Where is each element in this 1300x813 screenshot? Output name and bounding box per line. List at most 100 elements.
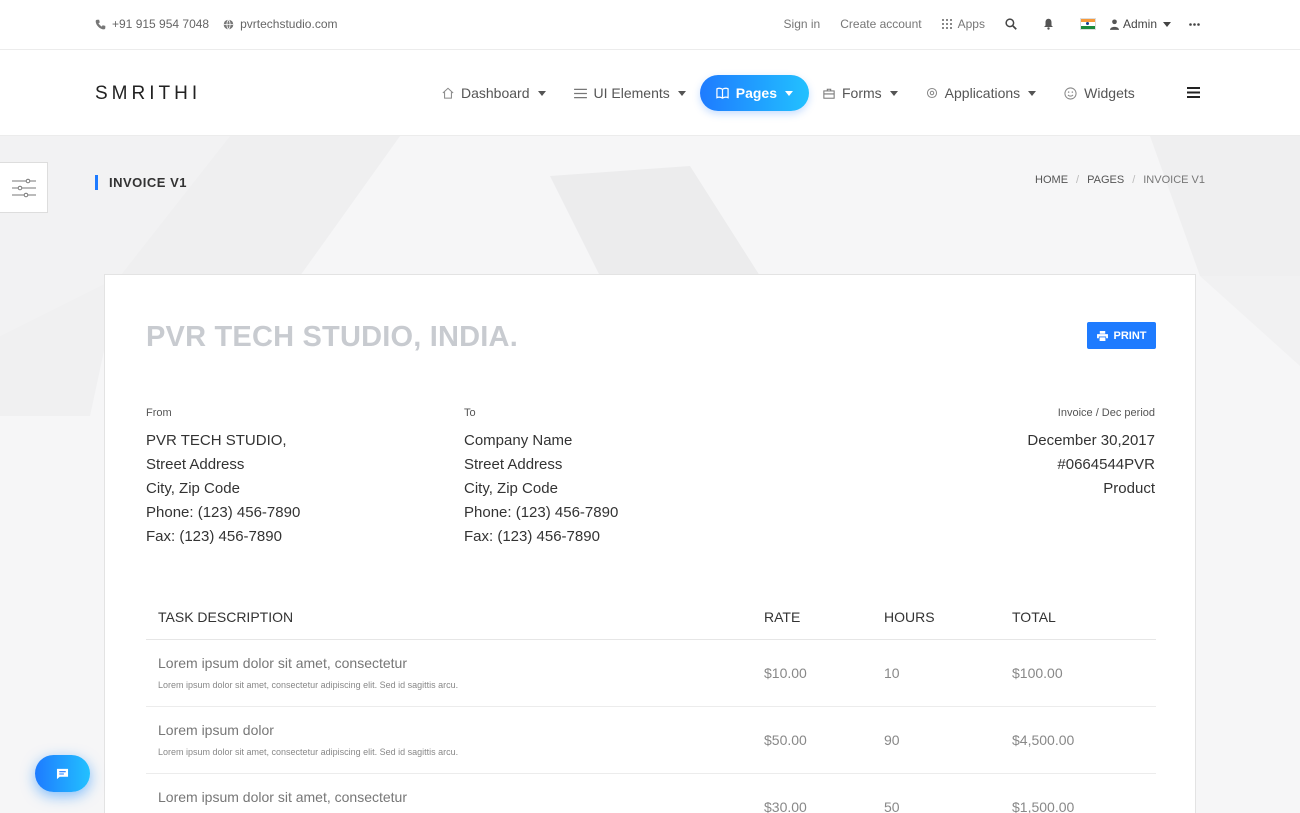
globe-icon	[223, 18, 234, 30]
from-label: From	[146, 407, 172, 419]
to-line: Company Name	[464, 432, 573, 449]
table-row: Lorem ipsum dolor sit amet, consectetur …	[146, 774, 1156, 813]
grid-icon	[941, 19, 952, 29]
nav-ui-elements-label: UI Elements	[593, 85, 670, 101]
table-header: TASK DESCRIPTION RATE HOURS TOTAL	[146, 595, 1156, 640]
sign-in-link[interactable]: Sign in	[784, 17, 821, 31]
nav-dashboard-label: Dashboard	[461, 85, 530, 101]
from-line: Phone: (123) 456-7890	[146, 504, 301, 521]
nav-pages-label: Pages	[735, 85, 777, 101]
chevron-down-icon	[677, 90, 686, 96]
to-line: Phone: (123) 456-7890	[464, 504, 619, 521]
search-icon	[1005, 18, 1017, 30]
top-bar: +91 915 954 7048 pvrtechstudio.com Sign …	[0, 0, 1300, 50]
row-rate: $10.00	[764, 665, 807, 681]
apps-label: Apps	[957, 17, 985, 31]
print-label: PRINT	[1113, 329, 1147, 342]
from-line: PVR TECH STUDIO,	[146, 432, 287, 449]
invoice-table: TASK DESCRIPTION RATE HOURS TOTAL Lorem …	[146, 595, 1156, 813]
contact-phone[interactable]: +91 915 954 7048	[95, 17, 209, 31]
row-hours: 90	[884, 732, 900, 748]
nav-forms[interactable]: Forms	[809, 75, 912, 111]
invoice-number: #0664544PVR	[1057, 456, 1155, 473]
invoice-meta: Invoice / Dec period December 30,2017 #0…	[1027, 406, 1155, 501]
phone-number: +91 915 954 7048	[112, 17, 210, 31]
table-row: Lorem ipsum dolor Lorem ipsum dolor sit …	[146, 707, 1156, 774]
home-icon	[442, 87, 454, 99]
company-name: PVR TECH STUDIO, INDIA.	[146, 321, 518, 353]
from-address: From PVR TECH STUDIO, Street Address Cit…	[146, 406, 300, 549]
row-total: $1,500.00	[1012, 799, 1075, 813]
chat-icon	[56, 768, 69, 779]
to-line: City, Zip Code	[464, 480, 558, 497]
row-rate: $50.00	[764, 732, 807, 748]
main-menu: Dashboard UI Elements Pages Forms Applic…	[428, 75, 1149, 111]
breadcrumb: HOME / PAGES / INVOICE V1	[1035, 174, 1205, 186]
invoice-card: PVR TECH STUDIO, INDIA. PRINT From PVR T…	[104, 274, 1196, 813]
settings-panel-toggle[interactable]	[0, 162, 48, 213]
phone-icon	[95, 19, 106, 29]
book-icon	[716, 87, 729, 99]
india-flag-icon	[1079, 18, 1096, 30]
chevron-down-icon	[785, 90, 793, 96]
nav-widgets-label: Widgets	[1084, 85, 1135, 101]
apps-menu[interactable]: Apps	[941, 17, 985, 31]
contact-website[interactable]: pvrtechstudio.com	[223, 17, 338, 31]
print-button[interactable]: PRINT	[1087, 322, 1156, 349]
nav-pages[interactable]: Pages	[699, 75, 809, 111]
nav-dashboard[interactable]: Dashboard	[428, 75, 560, 111]
admin-label: Admin	[1122, 17, 1157, 31]
more-dots-icon	[1189, 22, 1200, 26]
user-icon	[1109, 18, 1119, 30]
to-line: Fax: (123) 456-7890	[464, 528, 600, 545]
row-subtext: Lorem ipsum dolor sit amet, consectetur …	[158, 680, 459, 690]
language-selector[interactable]	[1079, 18, 1096, 30]
main-navbar: SMRITHI Dashboard UI Elements Pages Form…	[0, 50, 1300, 136]
chat-button[interactable]	[35, 755, 90, 792]
more-options-button[interactable]	[1189, 22, 1200, 26]
smile-icon	[1064, 86, 1077, 100]
row-total: $100.00	[1012, 665, 1063, 681]
row-description: Lorem ipsum dolor	[158, 722, 274, 738]
row-hours: 50	[884, 799, 900, 813]
to-address: To Company Name Street Address City, Zip…	[464, 406, 618, 549]
briefcase-icon	[823, 88, 835, 99]
nav-forms-label: Forms	[842, 85, 882, 101]
chevron-down-icon	[889, 90, 898, 96]
nav-applications[interactable]: Applications	[912, 75, 1051, 111]
nav-widgets[interactable]: Widgets	[1050, 75, 1149, 111]
col-header-total: TOTAL	[1012, 609, 1056, 625]
nav-applications-label: Applications	[944, 85, 1021, 101]
row-total: $4,500.00	[1012, 732, 1075, 748]
breadcrumb-separator: /	[1132, 174, 1136, 186]
from-line: Street Address	[146, 456, 245, 473]
from-line: Fax: (123) 456-7890	[146, 528, 282, 545]
search-button[interactable]	[1005, 18, 1017, 30]
to-label: To	[464, 407, 476, 419]
admin-menu[interactable]: Admin	[1109, 17, 1171, 31]
to-line: Street Address	[464, 456, 563, 473]
col-header-rate: RATE	[764, 609, 801, 625]
row-subtext: Lorem ipsum dolor sit amet, consectetur …	[158, 747, 459, 757]
gear-icon	[926, 87, 937, 99]
table-row: Lorem ipsum dolor sit amet, consectetur …	[146, 640, 1156, 707]
invoice-date: December 30,2017	[1027, 432, 1155, 449]
from-line: City, Zip Code	[146, 480, 240, 497]
row-description: Lorem ipsum dolor sit amet, consectetur	[158, 789, 407, 805]
invoice-type: Product	[1103, 480, 1155, 497]
brand-logo[interactable]: SMRITHI	[95, 83, 201, 105]
create-account-link[interactable]: Create account	[840, 17, 921, 31]
nav-ui-elements[interactable]: UI Elements	[560, 75, 700, 111]
col-header-hours: HOURS	[884, 609, 935, 625]
sliders-icon	[11, 178, 36, 197]
notifications-button[interactable]	[1043, 18, 1054, 30]
chevron-down-icon	[1163, 21, 1171, 27]
list-icon	[573, 88, 587, 98]
col-header-description: TASK DESCRIPTION	[158, 609, 294, 625]
website-link: pvrtechstudio.com	[240, 17, 338, 31]
hamburger-menu-icon[interactable]	[1187, 87, 1200, 98]
breadcrumb-separator: /	[1076, 174, 1080, 186]
breadcrumb-pages[interactable]: PAGES	[1087, 174, 1124, 186]
breadcrumb-home[interactable]: HOME	[1035, 174, 1068, 186]
chevron-down-icon	[1028, 90, 1037, 96]
